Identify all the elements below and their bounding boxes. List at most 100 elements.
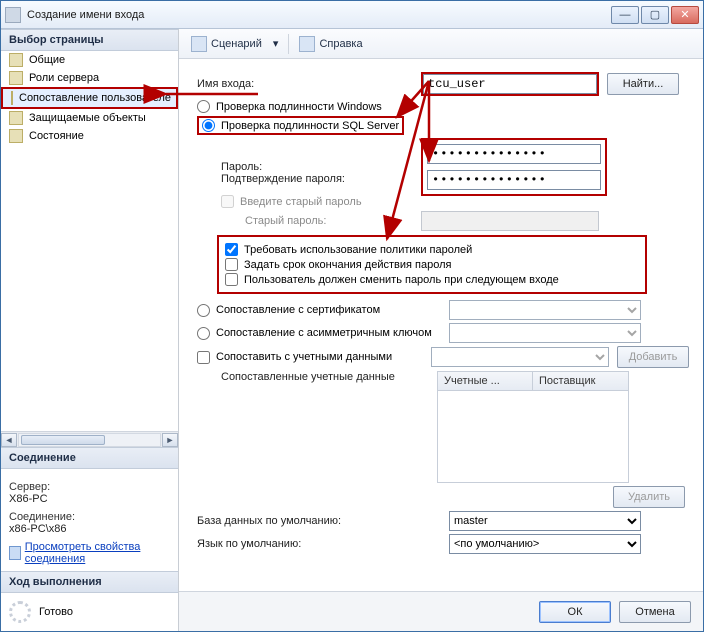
map-credential-option[interactable]: Сопоставить с учетными данными: [197, 351, 423, 364]
page-icon: [9, 129, 23, 143]
enforce-expiration-checkbox[interactable]: [225, 258, 238, 271]
main-panel: Сценарий ▾ Справка Имя входа: Найти...: [179, 29, 703, 631]
enforce-policy-label: Требовать использование политики паролей: [244, 244, 472, 256]
sidebar-item-label: Общие: [29, 54, 65, 66]
confirm-password-label: Подтверждение пароля:: [197, 173, 413, 185]
map-asym-key-option[interactable]: Сопоставление с асимметричным ключом: [197, 327, 441, 340]
sidebar-item-label: Сопоставление пользователе: [19, 92, 171, 104]
add-credential-button: Добавить: [617, 346, 689, 368]
close-button[interactable]: ✕: [671, 6, 699, 24]
help-label: Справка: [319, 38, 362, 50]
auth-sql-radio[interactable]: [202, 119, 215, 132]
certificate-select: [449, 300, 641, 320]
link-text: Просмотреть свойства соединения: [25, 541, 170, 565]
sidebar-item-label: Роли сервера: [29, 72, 99, 84]
th-credentials: Учетные ...: [438, 372, 533, 390]
old-password-input: [421, 211, 599, 231]
progress-panel: Готово: [1, 593, 178, 631]
specify-old-password-checkbox: [221, 195, 234, 208]
page-icon: [9, 53, 23, 67]
map-asym-key-label: Сопоставление с асимметричным ключом: [216, 327, 432, 339]
link-icon: [9, 546, 21, 560]
server-label: Сервер:: [9, 481, 170, 493]
credentials-table-header: Учетные ... Поставщик: [437, 371, 629, 391]
scroll-left-button[interactable]: ◄: [1, 433, 17, 447]
map-certificate-radio[interactable]: [197, 304, 210, 317]
enforce-policy-option[interactable]: Требовать использование политики паролей: [225, 243, 639, 256]
map-certificate-option[interactable]: Сопоставление с сертификатом: [197, 304, 441, 317]
script-button[interactable]: Сценарий ▾: [187, 33, 282, 55]
help-icon: [299, 36, 315, 52]
th-provider: Поставщик: [533, 372, 628, 390]
map-asym-key-radio[interactable]: [197, 327, 210, 340]
sidebar-item-general[interactable]: Общие: [1, 51, 178, 69]
default-lang-label: Язык по умолчанию:: [197, 538, 441, 550]
dialog-body: Выбор страницы Общие Роли сервера Сопост…: [1, 29, 703, 631]
confirm-password-input[interactable]: [427, 170, 601, 190]
sidebar-item-securables[interactable]: Защищаемые объекты: [1, 109, 178, 127]
enforce-expiration-label: Задать срок окончания действия пароля: [244, 259, 451, 271]
page-selector-header: Выбор страницы: [1, 29, 178, 51]
must-change-checkbox[interactable]: [225, 273, 238, 286]
script-label: Сценарий: [211, 38, 262, 50]
auth-sql-option[interactable]: Проверка подлинности SQL Server: [202, 119, 399, 132]
enforce-expiration-option[interactable]: Задать срок окончания действия пароля: [225, 258, 639, 271]
help-button[interactable]: Справка: [295, 33, 366, 55]
login-name-input[interactable]: [423, 74, 597, 94]
minimize-button[interactable]: —: [611, 6, 639, 24]
toolbar-separator: [288, 34, 289, 54]
search-button[interactable]: Найти...: [607, 73, 679, 95]
progress-header: Ход выполнения: [1, 571, 178, 593]
default-lang-select[interactable]: <по умолчанию>: [449, 534, 641, 554]
toolbar: Сценарий ▾ Справка: [179, 29, 703, 59]
sidebar-item-status[interactable]: Состояние: [1, 127, 178, 145]
sidebar-hscrollbar[interactable]: ◄ ►: [1, 431, 178, 447]
password-input[interactable]: [427, 144, 601, 164]
dialog-footer: ОК Отмена: [179, 591, 703, 631]
titlebar[interactable]: Создание имени входа — ▢ ✕: [1, 1, 703, 29]
remove-credential-button: Удалить: [613, 486, 685, 508]
page-icon: [9, 111, 23, 125]
credentials-table-body[interactable]: [437, 391, 629, 483]
window-buttons: — ▢ ✕: [611, 6, 699, 24]
credential-select: [431, 347, 609, 367]
progress-status: Готово: [39, 606, 73, 618]
page-list: Общие Роли сервера Сопоставление пользов…: [1, 51, 178, 145]
cancel-button[interactable]: Отмена: [619, 601, 691, 623]
connection-panel: Сервер: X86-PC Соединение: x86-PC\x86 Пр…: [1, 469, 178, 571]
sidebar-item-label: Защищаемые объекты: [29, 112, 146, 124]
dialog-window: Создание имени входа — ▢ ✕ Выбор страниц…: [0, 0, 704, 632]
map-credential-checkbox[interactable]: [197, 351, 210, 364]
old-password-label: Старый пароль:: [197, 215, 413, 227]
sidebar-item-user-mapping[interactable]: Сопоставление пользователе: [1, 87, 178, 109]
progress-icon: [9, 601, 31, 623]
scroll-right-button[interactable]: ►: [162, 433, 178, 447]
default-db-label: База данных по умолчанию:: [197, 515, 441, 527]
connection-label: Соединение:: [9, 511, 170, 523]
auth-windows-option[interactable]: Проверка подлинности Windows: [197, 100, 382, 113]
connection-value: x86-PC\x86: [9, 523, 170, 535]
default-db-select[interactable]: master: [449, 511, 641, 531]
server-value: X86-PC: [9, 493, 170, 505]
page-icon: [9, 71, 23, 85]
auth-sql-label: Проверка подлинности SQL Server: [221, 120, 399, 132]
must-change-option[interactable]: Пользователь должен сменить пароль при с…: [225, 273, 639, 286]
sidebar-item-server-roles[interactable]: Роли сервера: [1, 69, 178, 87]
scroll-track[interactable]: [18, 433, 161, 447]
password-label: Пароль:: [197, 161, 413, 173]
auth-windows-radio[interactable]: [197, 100, 210, 113]
scroll-thumb[interactable]: [21, 435, 105, 445]
content-area: Имя входа: Найти... Проверка подлинности…: [179, 59, 703, 591]
maximize-button[interactable]: ▢: [641, 6, 669, 24]
ok-button[interactable]: ОК: [539, 601, 611, 623]
asym-key-select: [449, 323, 641, 343]
specify-old-password-option: Введите старый пароль: [221, 195, 362, 208]
app-icon: [5, 7, 21, 23]
page-icon: [11, 91, 13, 105]
sidebar: Выбор страницы Общие Роли сервера Сопост…: [1, 29, 179, 631]
auth-windows-label: Проверка подлинности Windows: [216, 101, 382, 113]
enforce-policy-checkbox[interactable]: [225, 243, 238, 256]
view-connection-props-link[interactable]: Просмотреть свойства соединения: [9, 541, 170, 565]
mapped-credentials-label: Сопоставленные учетные данные: [197, 371, 429, 383]
specify-old-password-label: Введите старый пароль: [240, 196, 362, 208]
